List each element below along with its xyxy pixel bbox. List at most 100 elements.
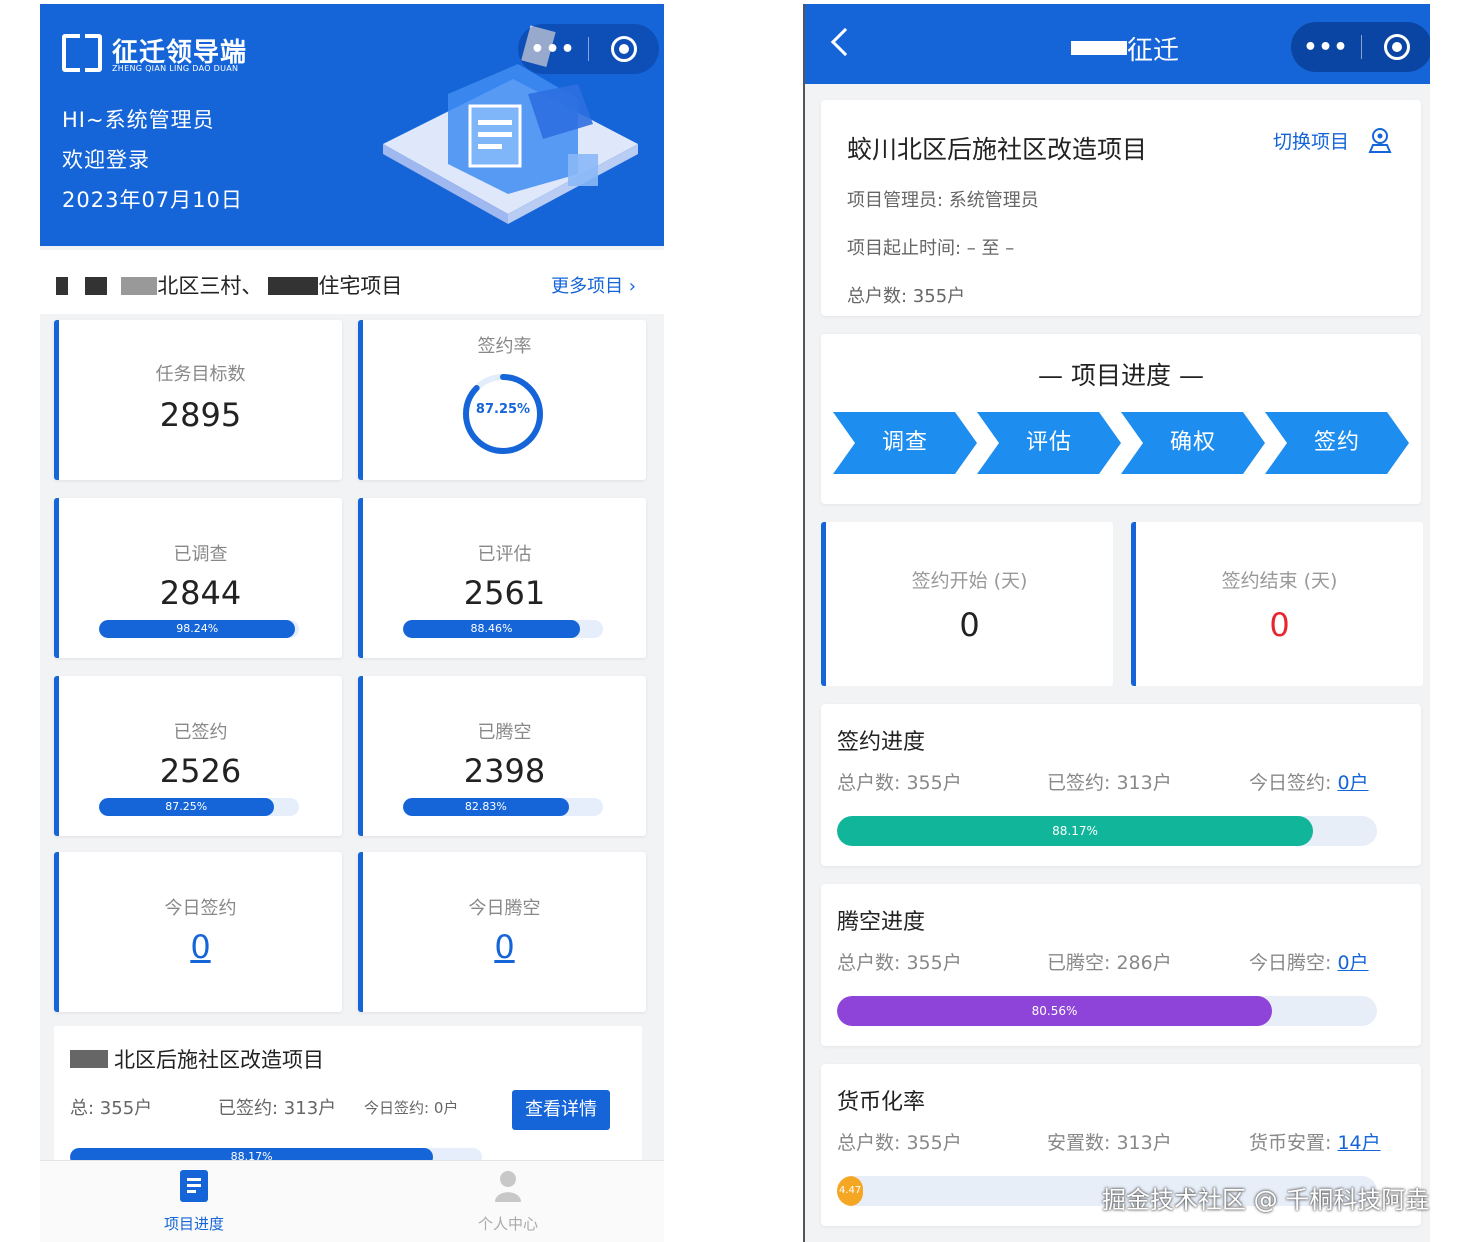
switch-project-button[interactable]: 切换项目	[1273, 126, 1393, 154]
project-title: 蛟川北区后施社区改造项目	[847, 135, 1148, 164]
step-sign[interactable]: 签约	[1265, 412, 1409, 474]
progress-fill: 98.24%	[99, 620, 296, 638]
section-today: 今日签约: 0户	[1249, 768, 1369, 795]
more-projects-link[interactable]: 更多项目 ›	[551, 272, 636, 298]
surveyed-card[interactable]: 已调查 2844 98.24%	[54, 498, 342, 658]
target-icon	[1384, 34, 1410, 60]
section-done: 已腾空: 286户	[1047, 952, 1172, 974]
section-today-link[interactable]: 0户	[1337, 772, 1368, 794]
current-project-row: 北区三村、 住宅项目 更多项目 ›	[40, 250, 664, 314]
sign-rate-text: 87.25%	[475, 402, 531, 417]
location-user-icon	[1368, 128, 1392, 153]
target-count-card[interactable]: 任务目标数 2895	[54, 320, 342, 480]
progress-fill: 4.47	[837, 1176, 863, 1206]
current-date: 2023年07月10日	[62, 188, 243, 212]
card-value: 2844	[159, 574, 242, 612]
card-value: 2895	[159, 396, 242, 434]
step-label: 签约	[1313, 430, 1360, 455]
progress-fill: 80.56%	[837, 996, 1273, 1026]
redaction-mask	[121, 277, 158, 295]
project-summary-card: 北区后施社区改造项目 总: 355户 已签约: 313户 今日签约: 0户 查看…	[54, 1026, 642, 1176]
project-summary-title: 北区后施社区改造项目	[114, 1048, 324, 1072]
today-signed-link[interactable]: 0	[59, 928, 342, 966]
sign-start-value: 0	[959, 606, 980, 644]
signed-card[interactable]: 已签约 2526 87.25%	[54, 676, 342, 836]
mini-program-capsule: •••	[518, 24, 659, 74]
step-evaluate[interactable]: 评估	[977, 412, 1121, 474]
progress-bar: 80.56%	[837, 996, 1377, 1026]
step-label: 评估	[1025, 430, 1072, 455]
watermark: 掘金技术社区 @ 千桐科技阿垚	[1102, 1186, 1430, 1214]
section-today-label: 货币安置:	[1249, 1132, 1332, 1154]
progress-fill: 88.46%	[403, 620, 580, 638]
sign-rate-ring: 87.25%	[461, 372, 545, 456]
evaluated-card[interactable]: 已评估 2561 88.46%	[358, 498, 646, 658]
step-survey[interactable]: 调查	[833, 412, 977, 474]
vacated-card[interactable]: 已腾空 2398 82.83%	[358, 676, 646, 836]
section-today-link[interactable]: 0户	[1337, 952, 1368, 974]
step-label: 确权	[1169, 430, 1216, 455]
redaction-mask	[70, 1050, 108, 1068]
current-project-name: 北区三村、 住宅项目	[56, 270, 402, 300]
page-title: 征迁	[1070, 30, 1180, 67]
close-target-button[interactable]	[1362, 34, 1430, 60]
close-target-button[interactable]	[589, 36, 659, 62]
section-done: 已签约: 313户	[1047, 772, 1172, 794]
tab-profile[interactable]: 个人中心	[448, 1169, 568, 1234]
view-details-button[interactable]: 查看详情	[512, 1090, 610, 1130]
sign-rate-card[interactable]: 签约率 87.25%	[358, 320, 646, 480]
app-logo-icon	[62, 34, 102, 72]
bottom-tab-bar: 项目进度 个人中心	[40, 1160, 664, 1242]
tab-label: 项目进度	[163, 1215, 224, 1233]
section-total: 总户数: 355户	[837, 952, 962, 974]
sign-start-card: 签约开始 (天) 0	[821, 522, 1113, 686]
right-phone-screen: 征迁 ••• 蛟川北区后施社区改造项目 切换项目 项目管理员: 系统管理员 项目…	[803, 4, 1430, 1242]
step-confirm[interactable]: 确权	[1121, 412, 1265, 474]
switch-project-label: 切换项目	[1272, 130, 1349, 153]
app-subtitle: ZHENG QIAN LING DAO DUAN	[112, 64, 239, 73]
section-today-link[interactable]: 14户	[1337, 1132, 1380, 1154]
section-today: 货币安置: 14户	[1249, 1128, 1381, 1155]
summary-total: 总: 355户	[70, 1098, 153, 1119]
card-label: 签约率	[477, 336, 532, 357]
tab-project-progress[interactable]: 项目进度	[134, 1169, 254, 1234]
card-label: 今日签约	[164, 898, 237, 919]
section-total: 总户数: 355户	[837, 772, 962, 794]
welcome-text: 欢迎登录	[62, 148, 150, 172]
card-label: 已签约	[173, 722, 228, 743]
user-icon	[495, 1171, 521, 1202]
sign-end-value: 0	[1269, 606, 1290, 644]
card-label: 已调查	[173, 544, 228, 565]
redaction-mask	[268, 277, 319, 295]
summary-signed: 已签约: 313户	[218, 1098, 337, 1119]
more-dots-icon[interactable]: •••	[1291, 35, 1361, 60]
left-phone-screen: 征迁领导端 ZHENG QIAN LING DAO DUAN HI~系统管理员 …	[40, 4, 664, 1242]
card-label: 任务目标数	[155, 364, 246, 385]
sign-end-label: 签约结束 (天)	[1221, 570, 1338, 592]
mini-program-capsule: •••	[1291, 22, 1430, 72]
today-vacated-card[interactable]: 今日腾空 0	[358, 852, 646, 1012]
project-name-suffix: 住宅项目	[318, 274, 403, 298]
today-signed-card[interactable]: 今日签约 0	[54, 852, 342, 1012]
progress-fill: 82.83%	[403, 798, 569, 816]
target-icon	[611, 36, 637, 62]
sign-end-card: 签约结束 (天) 0	[1131, 522, 1423, 686]
section-done: 安置数: 313户	[1047, 1132, 1172, 1154]
sign-start-label: 签约开始 (天)	[911, 570, 1028, 592]
section-total: 总户数: 355户	[837, 1132, 962, 1154]
card-value: 2398	[463, 752, 546, 790]
tab-label: 个人中心	[477, 1215, 538, 1233]
more-dots-icon[interactable]: •••	[518, 37, 588, 62]
today-vacated-link[interactable]: 0	[363, 928, 646, 966]
progress-bar: 88.17%	[837, 816, 1377, 846]
redaction-mask	[56, 277, 68, 295]
redaction-mask	[1070, 41, 1127, 55]
project-name-text: 北区三村、	[157, 274, 263, 298]
progress-fill: 87.25%	[99, 798, 274, 816]
sign-progress-card: 签约进度 总户数: 355户 已签约: 313户 今日签约: 0户 88.17%	[821, 704, 1421, 866]
project-period: 项目起止时间: – 至 –	[847, 238, 1015, 259]
back-icon[interactable]	[830, 27, 860, 57]
step-label: 调查	[881, 430, 928, 455]
page-title-text: 征迁	[1126, 36, 1180, 66]
redaction-mask	[84, 277, 107, 295]
